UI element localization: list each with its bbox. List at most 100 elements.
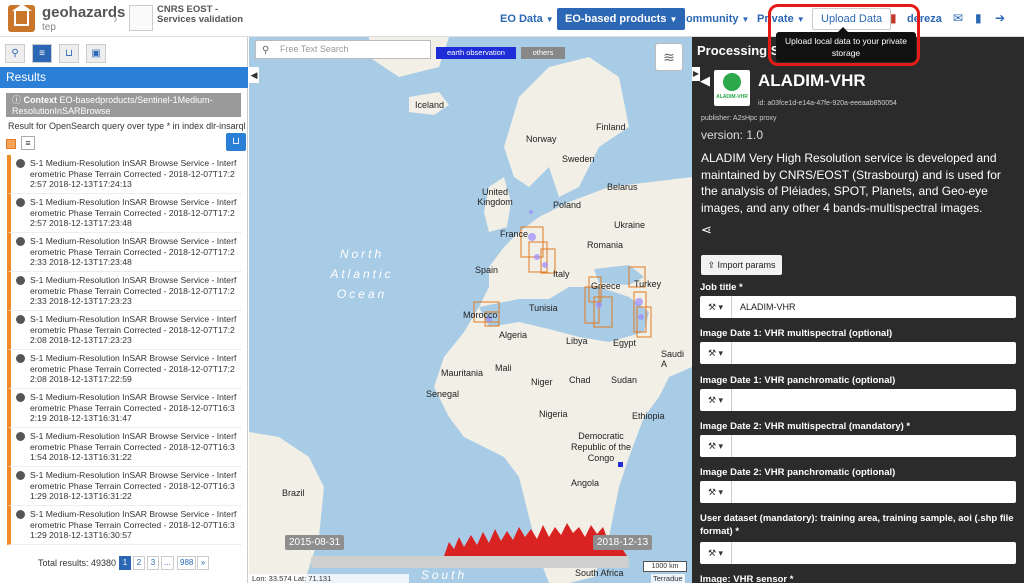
result-item[interactable]: S-1 Medium-Resolution InSAR Browse Servi… xyxy=(7,155,242,194)
back-arrow-icon[interactable]: ◀ xyxy=(700,73,710,89)
result-line: S-1 Medium-Resolution InSAR Browse Servi… xyxy=(30,275,237,285)
help-book-icon[interactable]: ▮ xyxy=(975,11,982,25)
magic-wand-icon[interactable]: ⚒ ▾ xyxy=(700,542,732,564)
community-title[interactable]: CNRS EOST - Services validation xyxy=(157,5,247,25)
nav-eo-data[interactable]: EO Data ▼ xyxy=(492,8,562,30)
result-line: erometric Phase Terrain Corrected - 2018… xyxy=(30,363,235,374)
field-input[interactable]: ⚒ ▾ xyxy=(700,389,1016,411)
import-params-button[interactable]: ⇪ Import params xyxy=(701,255,782,275)
service-logo-text: ALADIM-VHR xyxy=(716,94,748,100)
field-input[interactable]: ⚒ ▾ xyxy=(700,481,1016,503)
field-label: Image Date 2: VHR multispectral (mandato… xyxy=(700,421,911,432)
result-line: 2:08 2018-12-13T17:23:23 xyxy=(30,335,132,345)
search-tab[interactable]: ⚲ xyxy=(5,44,25,63)
result-line: 2:57 2018-12-13T17:23:48 xyxy=(30,218,132,228)
map-label: Libya xyxy=(566,336,588,346)
select-all-checkbox[interactable] xyxy=(6,139,16,149)
timeline-end-date[interactable]: 2018-12-13 xyxy=(593,535,653,550)
page-1[interactable]: 1 xyxy=(119,556,131,570)
globe-icon xyxy=(16,393,25,402)
map-label: Tunisia xyxy=(529,303,558,313)
nav-eo-products[interactable]: EO-based products ▼ xyxy=(557,8,686,30)
page-next[interactable]: » xyxy=(197,556,209,570)
field-input[interactable]: ⚒ ▾ ALADIM-VHR xyxy=(700,296,1016,318)
field-value: ALADIM-VHR xyxy=(740,302,796,312)
list-tab[interactable]: ≡ xyxy=(32,44,52,63)
result-line: erometric Phase Terrain Corrected - 2018… xyxy=(30,402,235,413)
others-filter[interactable]: others xyxy=(521,47,565,59)
result-line: S-1 Medium-Resolution InSAR Browse Servi… xyxy=(30,431,237,441)
caret-down-icon: ▼ xyxy=(545,15,554,24)
result-item[interactable]: S-1 Medium-Resolution InSAR Browse Servi… xyxy=(7,389,242,428)
archive-icon: ▣ xyxy=(91,48,101,59)
brand-sub: tep xyxy=(42,22,56,33)
result-item[interactable]: S-1 Medium-Resolution InSAR Browse Servi… xyxy=(7,506,242,545)
pagination: Total results: 49380 1 2 3 ... 988 » xyxy=(0,555,248,571)
search-icon: ⚲ xyxy=(11,48,19,59)
free-text-search-input[interactable]: ⚲ Free Text Search xyxy=(255,40,431,59)
archive-tab[interactable]: ▣ xyxy=(86,44,106,63)
results-header: Results xyxy=(0,67,248,88)
basket-tab[interactable]: ⊔ xyxy=(59,44,79,63)
context-label: Context xyxy=(23,95,58,105)
result-item[interactable]: S-1 Medium-Resolution InSAR Browse Servi… xyxy=(7,194,242,233)
globe-icon xyxy=(16,276,25,285)
result-line: erometric Phase Terrain Corrected - 2018… xyxy=(30,324,235,335)
map-label: Italy xyxy=(553,269,570,279)
result-item[interactable]: S-1 Medium-Resolution InSAR Browse Servi… xyxy=(7,350,242,389)
community-logo[interactable] xyxy=(129,5,153,31)
timeline-start-date[interactable]: 2015-08-31 xyxy=(285,535,345,550)
collapse-right-arrow[interactable]: ▶ xyxy=(692,67,700,81)
map-label: Brazil xyxy=(282,488,305,498)
geohazards-logo[interactable] xyxy=(8,4,35,32)
list-view-button[interactable]: ≡ xyxy=(21,136,35,150)
field-input[interactable]: ⚒ ▾ xyxy=(700,342,1016,364)
share-icon[interactable]: ⋖ xyxy=(701,222,712,238)
result-line: 2:33 2018-12-13T17:23:23 xyxy=(30,296,132,306)
page-last[interactable]: 988 xyxy=(177,556,197,570)
field-input[interactable]: ⚒ ▾ xyxy=(700,542,1016,564)
result-line: 1:29 2018-12-13T16:30:57 xyxy=(30,530,132,540)
envelope-icon[interactable]: ✉ xyxy=(953,11,963,25)
results-panel: ⚲ ≡ ⊔ ▣ Results ⓘ Context EO-basedproduc… xyxy=(0,37,248,583)
field-label: Job title * xyxy=(700,282,743,293)
globe-icon xyxy=(16,510,25,519)
nav-community-label: Community xyxy=(678,13,739,25)
globe-icon xyxy=(16,159,25,168)
magic-wand-icon[interactable]: ⚒ ▾ xyxy=(700,481,732,503)
timeline-slider[interactable] xyxy=(311,556,629,568)
import-params-label: Import params xyxy=(717,260,776,270)
search-placeholder: Free Text Search xyxy=(280,44,349,54)
field-label: Image Date 1: VHR panchromatic (optional… xyxy=(700,375,896,386)
result-item[interactable]: S-1 Medium-Resolution InSAR Browse Servi… xyxy=(7,428,242,467)
result-item[interactable]: S-1 Medium-Resolution InSAR Browse Servi… xyxy=(7,467,242,506)
map-label: Angola xyxy=(571,478,600,488)
magic-wand-icon[interactable]: ⚒ ▾ xyxy=(700,296,732,318)
result-line: S-1 Medium-Resolution InSAR Browse Servi… xyxy=(30,392,237,402)
result-item[interactable]: S-1 Medium-Resolution InSAR Browse Servi… xyxy=(7,311,242,350)
result-item[interactable]: S-1 Medium-Resolution InSAR Browse Servi… xyxy=(7,272,242,311)
collapse-left-arrow[interactable]: ◀ xyxy=(249,67,259,83)
result-line: 2:33 2018-12-13T17:23:48 xyxy=(30,257,132,267)
nav-community[interactable]: Community ▼ xyxy=(670,8,757,30)
field-input[interactable]: ⚒ ▾ xyxy=(700,435,1016,457)
logout-icon[interactable]: ➔ xyxy=(995,11,1005,25)
earth-observation-filter[interactable]: earth observation xyxy=(436,47,516,59)
map-label: Saudi A xyxy=(661,349,685,369)
result-item[interactable]: S-1 Medium-Resolution InSAR Browse Servi… xyxy=(7,233,242,272)
map-label: Chad xyxy=(569,375,591,385)
magic-wand-icon[interactable]: ⚒ ▾ xyxy=(700,435,732,457)
page-ellipsis[interactable]: ... xyxy=(161,556,174,570)
map-label: Mali xyxy=(495,363,512,373)
service-version: version: 1.0 xyxy=(701,128,764,142)
page-3[interactable]: 3 xyxy=(147,556,159,570)
map-view[interactable]: ◀ ⚲ Free Text Search earth observation o… xyxy=(249,37,692,583)
map-attribution[interactable]: Terradue xyxy=(651,574,685,583)
layers-icon[interactable]: ≋ xyxy=(655,43,683,71)
nav-eo-data-label: EO Data xyxy=(500,13,543,25)
magic-wand-icon[interactable]: ⚒ ▾ xyxy=(700,389,732,411)
page-2[interactable]: 2 xyxy=(133,556,145,570)
magic-wand-icon[interactable]: ⚒ ▾ xyxy=(700,342,732,364)
add-to-basket-button[interactable]: ⊔ xyxy=(226,133,246,151)
map-label: Morocco xyxy=(463,310,498,320)
